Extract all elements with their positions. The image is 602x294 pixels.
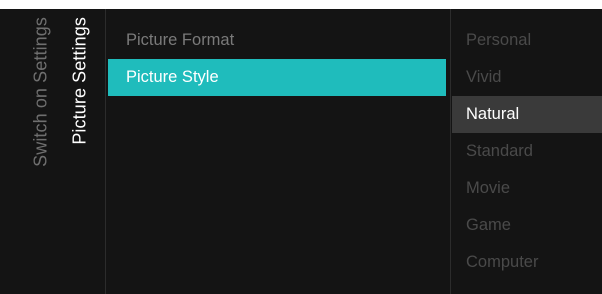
option-movie[interactable]: Movie: [452, 170, 602, 207]
breadcrumb-current[interactable]: Picture Settings: [62, 9, 98, 294]
option-personal[interactable]: Personal: [452, 22, 602, 59]
option-computer[interactable]: Computer: [452, 244, 602, 281]
tv-settings-screen: Switch on Settings Picture Settings Pict…: [0, 9, 602, 294]
menu-item-picture-style[interactable]: Picture Style: [108, 59, 446, 96]
breadcrumb-parent[interactable]: Switch on Settings: [23, 9, 59, 294]
option-vivid[interactable]: Vivid: [452, 59, 602, 96]
option-game[interactable]: Game: [452, 207, 602, 244]
column-divider: [105, 9, 106, 294]
option-standard[interactable]: Standard: [452, 133, 602, 170]
option-natural[interactable]: Natural: [452, 96, 602, 133]
picture-style-options: Personal Vivid Natural Standard Movie Ga…: [452, 22, 602, 281]
menu-item-picture-format[interactable]: Picture Format: [108, 22, 446, 59]
settings-menu: Picture Format Picture Style: [108, 22, 446, 96]
column-divider: [450, 9, 451, 294]
breadcrumb-parent-label: Switch on Settings: [30, 17, 51, 167]
breadcrumb-current-label: Picture Settings: [69, 17, 90, 145]
